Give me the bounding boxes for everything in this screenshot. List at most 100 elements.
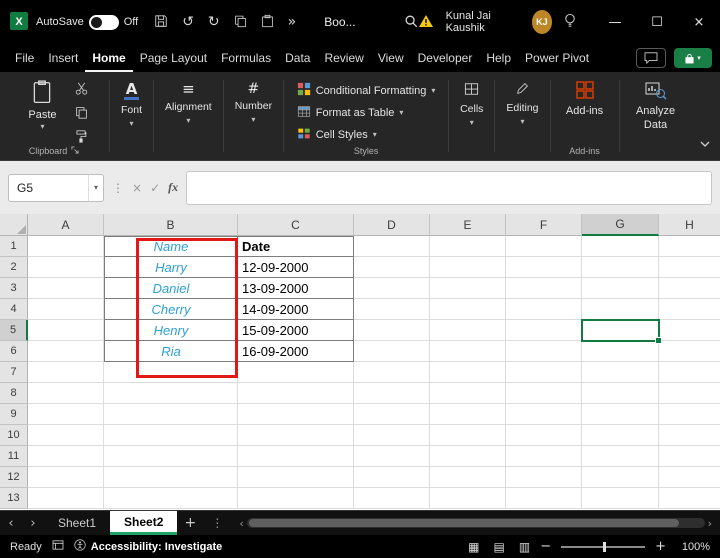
cut-icon[interactable] — [75, 82, 88, 100]
cell[interactable] — [354, 362, 430, 383]
cell-B4[interactable]: Cherry — [104, 299, 238, 320]
cell[interactable] — [104, 467, 238, 488]
cell[interactable] — [28, 467, 104, 488]
ideas-lightbulb-icon[interactable] — [564, 13, 576, 31]
normal-view-icon[interactable]: ▦ — [468, 540, 479, 554]
sheet-tab-sheet2[interactable]: Sheet2 — [110, 511, 177, 535]
cell[interactable] — [506, 404, 582, 425]
tab-data[interactable]: Data — [278, 44, 317, 72]
row-header-1[interactable]: 1 — [0, 236, 28, 257]
cell[interactable] — [28, 320, 104, 341]
number-group-button[interactable]: # Number ▾ — [227, 72, 280, 160]
cell[interactable] — [104, 446, 238, 467]
cell[interactable] — [104, 404, 238, 425]
tab-formulas[interactable]: Formulas — [214, 44, 278, 72]
cell[interactable] — [659, 446, 720, 467]
cell[interactable] — [659, 341, 720, 362]
cell[interactable] — [659, 278, 720, 299]
dialog-launcher-icon[interactable] — [71, 146, 79, 156]
cell[interactable] — [659, 425, 720, 446]
tab-view[interactable]: View — [371, 44, 411, 72]
cell[interactable] — [430, 362, 506, 383]
col-header-H[interactable]: H — [659, 214, 720, 236]
zoom-slider-knob[interactable] — [603, 542, 606, 552]
cell[interactable] — [354, 467, 430, 488]
cell[interactable] — [238, 362, 354, 383]
sheet-nav-left-icon[interactable]: ‹ — [0, 511, 22, 535]
cell[interactable] — [506, 299, 582, 320]
cell[interactable] — [28, 236, 104, 257]
col-header-C[interactable]: C — [238, 214, 354, 236]
cell[interactable] — [659, 257, 720, 278]
cell[interactable] — [659, 467, 720, 488]
cell[interactable] — [430, 320, 506, 341]
cell[interactable] — [28, 404, 104, 425]
add-ins-button[interactable]: Add-ins — [558, 78, 611, 119]
cell[interactable] — [354, 425, 430, 446]
col-header-E[interactable]: E — [430, 214, 506, 236]
cell[interactable] — [506, 341, 582, 362]
cell[interactable] — [238, 467, 354, 488]
scroll-left-icon[interactable]: ‹ — [239, 517, 243, 530]
cell[interactable] — [28, 278, 104, 299]
insert-function-icon[interactable]: fx — [168, 180, 178, 195]
cell[interactable] — [659, 383, 720, 404]
enter-icon[interactable]: ✓ — [150, 182, 160, 194]
tab-review[interactable]: Review — [317, 44, 370, 72]
collapse-ribbon-icon[interactable] — [700, 134, 710, 152]
cell[interactable] — [506, 467, 582, 488]
row-header-4[interactable]: 4 — [0, 299, 28, 320]
cell-B1[interactable]: Name — [104, 236, 238, 257]
cell[interactable] — [582, 446, 659, 467]
page-break-view-icon[interactable]: ▥ — [519, 540, 530, 554]
cell[interactable] — [430, 257, 506, 278]
analyze-data-button[interactable]: Analyze Data — [628, 78, 683, 133]
tab-insert[interactable]: Insert — [41, 44, 85, 72]
tab-developer[interactable]: Developer — [411, 44, 480, 72]
cell[interactable] — [238, 404, 354, 425]
col-header-F[interactable]: F — [506, 214, 582, 236]
cell[interactable] — [430, 278, 506, 299]
undo-icon[interactable]: ↺ — [182, 15, 194, 29]
row-header-2[interactable]: 2 — [0, 257, 28, 278]
cell[interactable] — [582, 467, 659, 488]
tab-page-layout[interactable]: Page Layout — [133, 44, 214, 72]
cell[interactable] — [659, 488, 720, 509]
sheet-options-icon[interactable]: ⋮ — [203, 511, 231, 535]
cell[interactable] — [28, 488, 104, 509]
cell[interactable] — [354, 257, 430, 278]
row-header-13[interactable]: 13 — [0, 488, 28, 509]
cell[interactable] — [430, 404, 506, 425]
cell[interactable] — [430, 446, 506, 467]
copy-icon[interactable] — [234, 14, 247, 31]
paste-button[interactable]: Paste ▾ — [20, 78, 64, 133]
accessibility-status[interactable]: Accessibility: Investigate — [74, 539, 222, 554]
row-header-12[interactable]: 12 — [0, 467, 28, 488]
cell[interactable] — [354, 299, 430, 320]
cell[interactable] — [506, 425, 582, 446]
cell[interactable] — [354, 404, 430, 425]
cell[interactable] — [582, 341, 659, 362]
zoom-out-button[interactable]: − — [540, 540, 551, 553]
avatar[interactable]: KJ — [532, 10, 552, 34]
cell[interactable] — [506, 236, 582, 257]
cancel-icon[interactable]: × — [132, 182, 142, 194]
maximize-button[interactable]: ☐ — [636, 0, 678, 44]
more-commands-icon[interactable]: » — [288, 15, 297, 29]
cell-C6[interactable]: 16-09-2000 — [238, 341, 354, 362]
cell[interactable] — [506, 320, 582, 341]
zoom-in-button[interactable]: + — [655, 540, 666, 553]
cell[interactable] — [659, 404, 720, 425]
cell[interactable] — [104, 383, 238, 404]
cell[interactable] — [582, 299, 659, 320]
select-all-corner[interactable] — [0, 214, 28, 236]
cells-group-button[interactable]: Cells ▾ — [452, 72, 491, 160]
col-header-A[interactable]: A — [28, 214, 104, 236]
search-icon[interactable] — [404, 14, 418, 31]
cell[interactable] — [430, 299, 506, 320]
col-header-B[interactable]: B — [104, 214, 238, 236]
tab-help[interactable]: Help — [479, 44, 518, 72]
row-header-11[interactable]: 11 — [0, 446, 28, 467]
cell[interactable] — [354, 236, 430, 257]
cell[interactable] — [28, 446, 104, 467]
